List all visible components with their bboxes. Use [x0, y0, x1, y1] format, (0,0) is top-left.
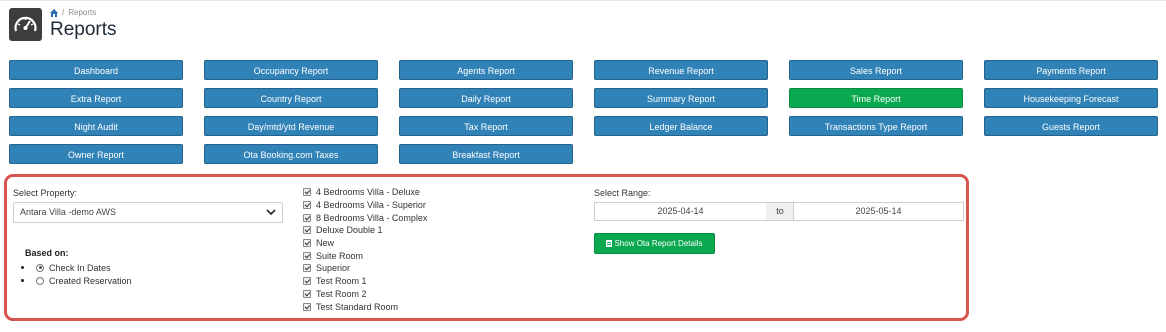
property-select[interactable]: Antara Villa -demo AWS [13, 202, 283, 223]
room-type-item[interactable]: Test Room 2 [303, 288, 427, 301]
report-button-owner-report[interactable]: Owner Report [9, 144, 183, 164]
room-type-item[interactable]: Suite Room [303, 249, 427, 262]
room-type-label: 4 Bedrooms Villa - Superior [316, 200, 426, 211]
report-button-summary-report[interactable]: Summary Report [594, 88, 768, 108]
room-type-item[interactable]: Deluxe Double 1 [303, 224, 427, 237]
property-label: Select Property: [13, 188, 78, 198]
radio-label: Created Reservation [49, 275, 132, 286]
room-type-checkbox[interactable] [303, 264, 311, 273]
report-button-country-report[interactable]: Country Report [204, 88, 378, 108]
report-button-breakfast-report[interactable]: Breakfast Report [399, 144, 573, 164]
room-type-item[interactable]: Superior [303, 262, 427, 275]
breadcrumb-separator: / [62, 8, 65, 17]
room-type-label: Suite Room [316, 250, 364, 261]
home-icon[interactable] [50, 8, 58, 17]
dashboard-gauge-icon [9, 8, 42, 41]
room-type-label: Test Standard Room [316, 301, 399, 312]
report-button-occupancy-report[interactable]: Occupancy Report [204, 60, 378, 80]
room-type-item[interactable]: Test Room 1 [303, 275, 427, 288]
report-button-tax-report[interactable]: Tax Report [399, 116, 573, 136]
bullet [21, 279, 24, 282]
range-to-input[interactable]: 2025-05-14 [793, 202, 964, 221]
room-type-checkbox[interactable] [303, 239, 311, 248]
room-type-checkbox[interactable] [303, 251, 311, 260]
room-type-label: 4 Bedrooms Villa - Deluxe [316, 187, 420, 198]
room-type-item[interactable]: 4 Bedrooms Villa - Superior [303, 199, 427, 212]
report-button-revenue-report[interactable]: Revenue Report [594, 60, 768, 80]
show-ota-report-label: Show Ota Report Details [614, 239, 703, 248]
report-button-extra-report[interactable]: Extra Report [9, 88, 183, 108]
room-type-item[interactable]: New [303, 237, 427, 250]
room-type-item[interactable]: Test Standard Room [303, 300, 427, 313]
report-button-sales-report[interactable]: Sales Report [789, 60, 963, 80]
radio-created-reservation[interactable] [36, 276, 44, 285]
room-type-checkbox[interactable] [303, 226, 311, 235]
report-button-night-audit[interactable]: Night Audit [9, 116, 183, 136]
report-button-dashboard[interactable]: Dashboard [9, 60, 183, 80]
report-button-transactions-type-report[interactable]: Transactions Type Report [789, 116, 963, 136]
room-type-checkbox[interactable] [303, 289, 311, 298]
report-button-ota-booking-com-taxes[interactable]: Ota Booking.com Taxes [204, 144, 378, 164]
report-button-day-mtd-ytd-revenue[interactable]: Day/mtd/ytd Revenue [204, 116, 378, 136]
based-on-radio-group: Check In Dates Created Reservation [21, 261, 132, 287]
bullet [21, 266, 24, 269]
radio-option-created-reservation[interactable]: Created Reservation [21, 274, 132, 287]
report-button-payments-report[interactable]: Payments Report [984, 60, 1158, 80]
radio-check-in-dates[interactable] [36, 263, 44, 272]
report-button-ledger-balance[interactable]: Ledger Balance [594, 116, 768, 136]
room-type-item[interactable]: 4 Bedrooms Villa - Deluxe [303, 186, 427, 199]
list-icon [606, 240, 613, 247]
room-type-checkbox[interactable] [303, 188, 311, 197]
report-button-housekeeping-forecast[interactable]: Housekeeping Forecast [984, 88, 1158, 108]
property-select-value: Antara Villa -demo AWS [20, 207, 117, 217]
room-type-checkbox[interactable] [303, 302, 311, 311]
room-type-label: Deluxe Double 1 [316, 225, 383, 236]
show-ota-report-button[interactable]: Show Ota Report Details [594, 233, 715, 254]
room-type-checkbox[interactable] [303, 213, 311, 222]
room-type-item[interactable]: 8 Bedrooms Villa - Complex [303, 211, 427, 224]
chevron-down-icon [266, 209, 276, 216]
room-type-checkbox[interactable] [303, 201, 311, 210]
range-label: Select Range: [594, 188, 651, 198]
room-type-checkbox[interactable] [303, 277, 311, 286]
breadcrumb: / Reports [50, 8, 96, 17]
radio-label: Check In Dates [49, 262, 111, 273]
radio-option-check-in-dates[interactable]: Check In Dates [21, 261, 132, 274]
based-on-label: Based on: [25, 248, 69, 258]
range-from-input[interactable]: 2025-04-14 [594, 202, 767, 221]
report-button-agents-report[interactable]: Agents Report [399, 60, 573, 80]
report-button-time-report[interactable]: Time Report [789, 88, 963, 108]
room-type-label: Test Room 1 [316, 276, 367, 287]
report-filter-panel: Select Property: Antara Villa -demo AWS … [4, 174, 969, 321]
room-type-label: Superior [316, 263, 351, 274]
top-border [0, 0, 1166, 1]
breadcrumb-current: Reports [68, 8, 97, 17]
report-button-guests-report[interactable]: Guests Report [984, 116, 1158, 136]
room-type-label: Test Room 2 [316, 288, 367, 299]
room-type-checklist: 4 Bedrooms Villa - Deluxe 4 Bedrooms Vill… [303, 186, 427, 313]
range-to-addon: to [766, 202, 794, 221]
room-type-label: 8 Bedrooms Villa - Complex [316, 212, 428, 223]
room-type-label: New [316, 238, 335, 249]
page-title: Reports [50, 19, 117, 40]
report-button-daily-report[interactable]: Daily Report [399, 88, 573, 108]
